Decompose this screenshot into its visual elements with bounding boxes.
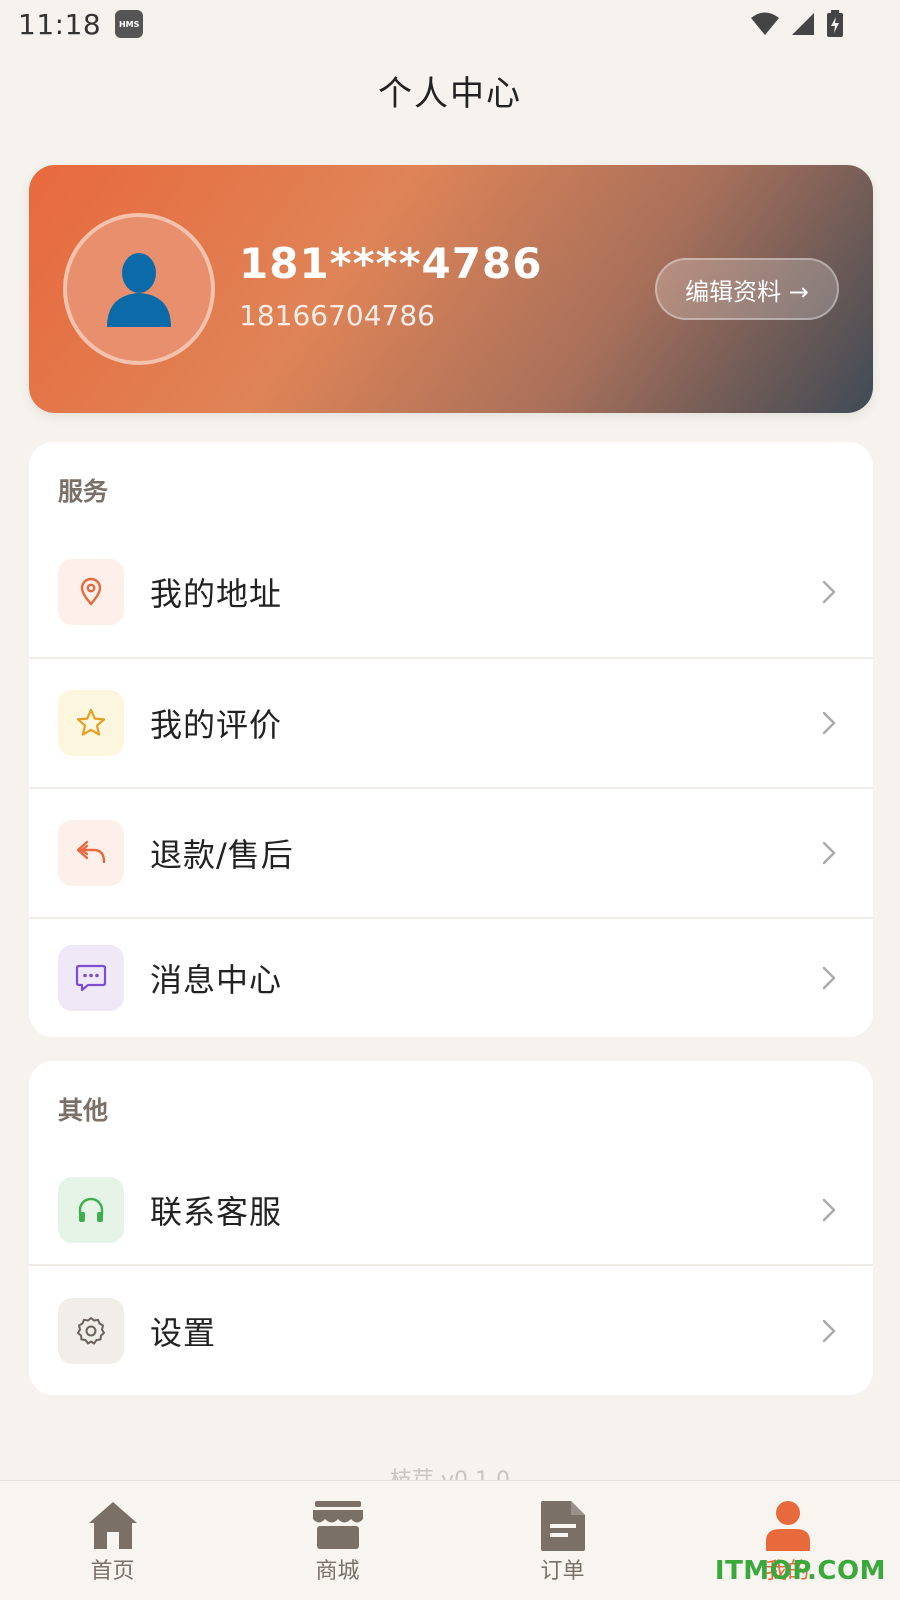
menu-label-my-address: 我的地址 bbox=[150, 575, 283, 613]
document-icon bbox=[540, 1501, 585, 1551]
tab-orders-label: 订单 bbox=[540, 1559, 585, 1584]
chevron-right-icon bbox=[822, 841, 836, 865]
chevron-right-icon bbox=[822, 1198, 836, 1222]
chevron-right-icon bbox=[822, 580, 836, 604]
hms-badge: HMS bbox=[115, 10, 144, 38]
gear-icon bbox=[58, 1297, 124, 1364]
services-section-title: 服务 bbox=[58, 477, 109, 506]
chevron-right-icon bbox=[822, 1319, 836, 1342]
others-section: 其他 联系客服 设置 bbox=[29, 1061, 873, 1395]
location-pin-icon bbox=[58, 559, 124, 625]
wifi-icon bbox=[751, 12, 779, 35]
status-time: 11:18 bbox=[18, 7, 102, 41]
menu-label-my-reviews: 我的评价 bbox=[150, 706, 283, 744]
cell-signal-icon bbox=[792, 13, 814, 35]
edit-profile-button[interactable]: 编辑资料 → bbox=[655, 258, 839, 320]
menu-item-settings[interactable]: 设置 bbox=[29, 1264, 873, 1395]
page-title: 个人中心 bbox=[378, 74, 522, 114]
menu-label-message-center: 消息中心 bbox=[150, 961, 283, 999]
menu-label-refund-aftersale: 退款/售后 bbox=[150, 836, 294, 874]
store-icon bbox=[312, 1501, 363, 1549]
status-icons bbox=[750, 10, 844, 38]
menu-label-settings: 设置 bbox=[150, 1313, 217, 1352]
user-phone-number: 18166704786 bbox=[239, 299, 435, 332]
user-icon bbox=[765, 1501, 810, 1551]
services-section: 服务 我的地址 我的评价 退款/售后 消息中心 bbox=[29, 442, 873, 1037]
others-section-title: 其他 bbox=[58, 1096, 109, 1125]
headphones-icon bbox=[58, 1177, 124, 1243]
profile-card: 181****4786 18166704786 编辑资料 → bbox=[29, 165, 873, 413]
tab-mall-label: 商城 bbox=[315, 1559, 360, 1584]
menu-item-customer-service[interactable]: 联系客服 bbox=[29, 1145, 873, 1275]
menu-item-my-reviews[interactable]: 我的评价 bbox=[29, 657, 873, 787]
avatar[interactable] bbox=[63, 213, 215, 365]
chevron-right-icon bbox=[822, 966, 836, 990]
watermark: ITMOP.COM bbox=[714, 1556, 886, 1586]
reply-arrow-icon bbox=[58, 820, 124, 886]
tab-home[interactable]: 首页 bbox=[0, 1481, 225, 1600]
chat-bubble-icon bbox=[58, 945, 124, 1011]
tab-orders[interactable]: 订单 bbox=[450, 1481, 675, 1600]
home-icon bbox=[88, 1502, 137, 1549]
star-icon bbox=[58, 690, 124, 756]
battery-icon bbox=[827, 10, 843, 37]
menu-label-customer-service: 联系客服 bbox=[150, 1193, 283, 1231]
tab-home-label: 首页 bbox=[90, 1559, 135, 1584]
menu-item-my-address[interactable]: 我的地址 bbox=[29, 527, 873, 657]
chevron-right-icon bbox=[822, 711, 836, 735]
menu-item-refund-aftersale[interactable]: 退款/售后 bbox=[29, 787, 873, 917]
menu-item-message-center[interactable]: 消息中心 bbox=[29, 917, 873, 1037]
status-bar: 11:18 HMS bbox=[0, 0, 900, 48]
username-masked-phone: 181****4786 bbox=[239, 239, 543, 288]
tab-mall[interactable]: 商城 bbox=[225, 1481, 450, 1600]
user-avatar-icon bbox=[107, 253, 171, 327]
